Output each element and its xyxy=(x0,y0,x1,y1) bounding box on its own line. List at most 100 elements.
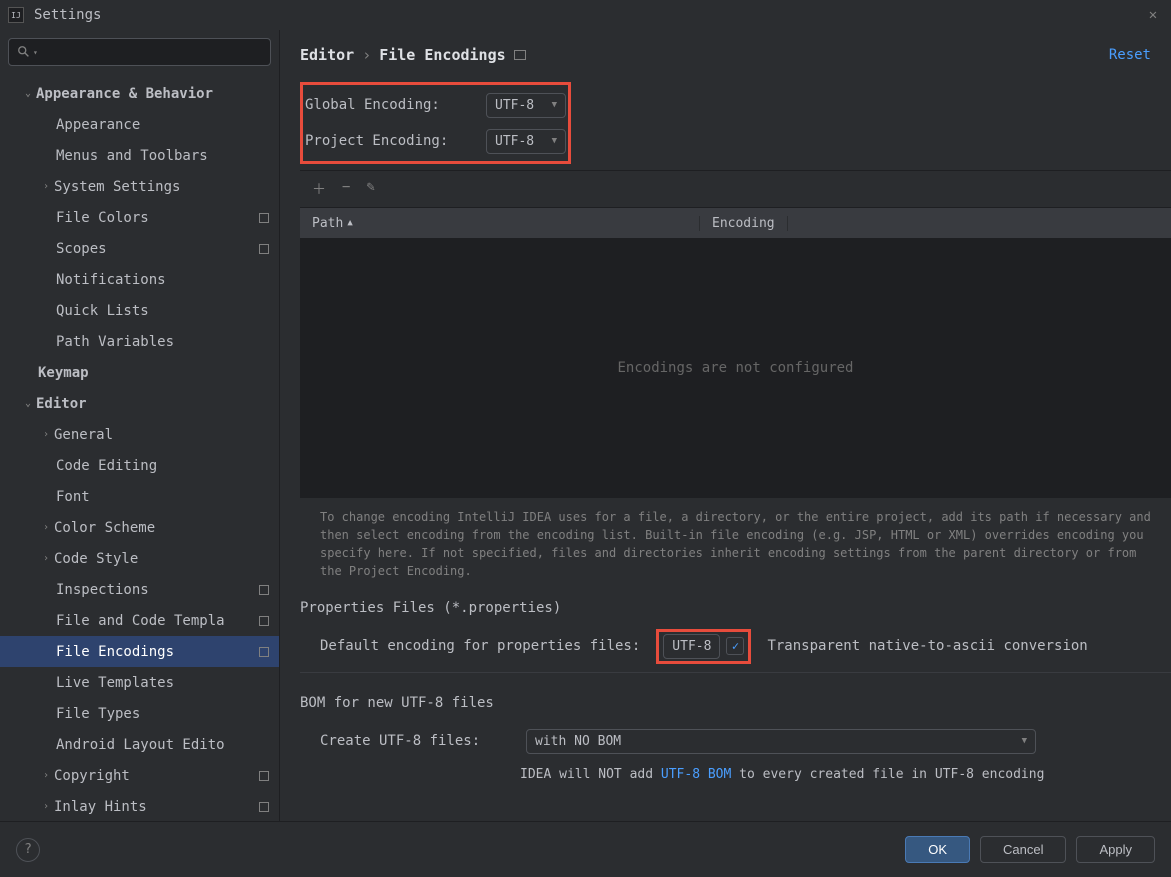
sidebar-item[interactable]: Appearance xyxy=(0,109,279,140)
chevron-right-icon: › xyxy=(38,770,54,781)
bom-label: Create UTF-8 files: xyxy=(320,733,510,749)
sidebar-item[interactable]: ›General xyxy=(0,419,279,450)
sidebar-item[interactable]: ›Color Scheme xyxy=(0,512,279,543)
table-body: Encodings are not configured xyxy=(300,238,1171,498)
sidebar-item[interactable]: File Types xyxy=(0,698,279,729)
ok-button[interactable]: OK xyxy=(905,836,970,863)
sidebar-item[interactable]: ›Inlay Hints xyxy=(0,791,279,821)
breadcrumb: Editor › File Encodings Reset xyxy=(300,46,1171,64)
edit-icon[interactable]: ✎ xyxy=(366,179,374,199)
project-scope-icon xyxy=(259,244,269,254)
sidebar-item[interactable]: Scopes xyxy=(0,233,279,264)
add-icon[interactable]: ＋ xyxy=(312,179,326,199)
sidebar-item[interactable]: ⌄Editor xyxy=(0,388,279,419)
sidebar: ▾ ⌄Appearance & BehaviorAppearanceMenus … xyxy=(0,30,280,821)
sidebar-item-label: Code Editing xyxy=(56,458,157,474)
settings-tree[interactable]: ⌄Appearance & BehaviorAppearanceMenus an… xyxy=(0,74,279,821)
search-dropdown-icon[interactable]: ▾ xyxy=(33,48,38,57)
apply-button[interactable]: Apply xyxy=(1076,836,1155,863)
project-scope-icon xyxy=(259,802,269,812)
sidebar-item-label: Font xyxy=(56,489,90,505)
app-icon: IJ xyxy=(8,7,24,23)
breadcrumb-parent[interactable]: Editor xyxy=(300,46,354,64)
hint-text: To change encoding IntelliJ IDEA uses fo… xyxy=(300,498,1171,590)
collapse-icon[interactable] xyxy=(514,50,526,60)
chevron-down-icon: ▼ xyxy=(552,100,557,110)
chevron-right-icon: › xyxy=(38,429,54,440)
sidebar-item-label: File Colors xyxy=(56,210,149,226)
chevron-right-icon: › xyxy=(38,181,54,192)
chevron-down-icon: ▼ xyxy=(1022,736,1027,746)
bom-note: IDEA will NOT add UTF-8 BOM to every cre… xyxy=(520,767,1171,782)
sidebar-item[interactable]: Path Variables xyxy=(0,326,279,357)
sidebar-item-label: Notifications xyxy=(56,272,166,288)
sidebar-item[interactable]: ›Copyright xyxy=(0,760,279,791)
sidebar-item-label: Keymap xyxy=(38,365,89,381)
transparent-ascii-label: Transparent native-to-ascii conversion xyxy=(767,638,1087,654)
breadcrumb-current: File Encodings xyxy=(379,46,505,64)
project-scope-icon xyxy=(259,647,269,657)
sidebar-item-label: Appearance & Behavior xyxy=(36,86,213,102)
project-encoding-dropdown[interactable]: UTF-8 ▼ xyxy=(486,129,566,154)
sidebar-item[interactable]: Code Editing xyxy=(0,450,279,481)
project-scope-icon xyxy=(259,585,269,595)
project-scope-icon xyxy=(259,771,269,781)
table-header: Path ▲ Encoding xyxy=(300,208,1171,238)
chevron-right-icon: › xyxy=(38,522,54,533)
bom-link[interactable]: UTF-8 BOM xyxy=(661,767,731,782)
sidebar-item-label: File Types xyxy=(56,706,140,722)
properties-section-title: Properties Files (*.properties) xyxy=(300,600,1171,616)
sidebar-item[interactable]: ›Code Style xyxy=(0,543,279,574)
remove-icon[interactable]: − xyxy=(342,179,350,199)
sidebar-item[interactable]: ⌄Appearance & Behavior xyxy=(0,78,279,109)
titlebar: IJ Settings ✕ xyxy=(0,0,1171,30)
column-path[interactable]: Path ▲ xyxy=(300,216,700,231)
sidebar-item[interactable]: Quick Lists xyxy=(0,295,279,326)
transparent-ascii-checkbox[interactable]: ✓ xyxy=(726,637,744,655)
window-title: Settings xyxy=(34,7,101,23)
sidebar-item[interactable]: Inspections xyxy=(0,574,279,605)
sidebar-item[interactable]: Live Templates xyxy=(0,667,279,698)
properties-highlight-box: UTF-8 ✓ xyxy=(656,629,751,664)
reset-link[interactable]: Reset xyxy=(1109,47,1151,63)
sidebar-item-label: Copyright xyxy=(54,768,130,784)
bom-dropdown[interactable]: with NO BOM ▼ xyxy=(526,729,1036,754)
sidebar-item-label: System Settings xyxy=(54,179,180,195)
global-encoding-dropdown[interactable]: UTF-8 ▼ xyxy=(486,93,566,118)
sidebar-item[interactable]: Font xyxy=(0,481,279,512)
encoding-highlight-box: Global Encoding: UTF-8 ▼ Project Encodin… xyxy=(300,82,571,164)
sidebar-item-label: Color Scheme xyxy=(54,520,155,536)
chevron-down-icon: ▼ xyxy=(552,136,557,146)
content-pane: Editor › File Encodings Reset Global Enc… xyxy=(280,30,1171,821)
search-input[interactable]: ▾ xyxy=(8,38,271,66)
cancel-button[interactable]: Cancel xyxy=(980,836,1066,863)
breadcrumb-separator: › xyxy=(362,46,371,64)
properties-encoding-dropdown[interactable]: UTF-8 xyxy=(663,634,720,659)
project-encoding-label: Project Encoding: xyxy=(305,133,470,149)
chevron-down-icon: ⌄ xyxy=(20,398,36,409)
sidebar-item-label: Android Layout Edito xyxy=(56,737,225,753)
sidebar-item-label: Path Variables xyxy=(56,334,174,350)
project-scope-icon xyxy=(259,213,269,223)
table-toolbar: ＋ − ✎ xyxy=(300,170,1171,208)
chevron-right-icon: › xyxy=(38,801,54,812)
sidebar-item[interactable]: Android Layout Edito xyxy=(0,729,279,760)
sidebar-item[interactable]: Menus and Toolbars xyxy=(0,140,279,171)
sidebar-item-label: Appearance xyxy=(56,117,140,133)
sidebar-item[interactable]: File Colors xyxy=(0,202,279,233)
column-encoding[interactable]: Encoding xyxy=(700,216,788,231)
sidebar-item-label: Code Style xyxy=(54,551,138,567)
sidebar-item[interactable]: ›System Settings xyxy=(0,171,279,202)
sidebar-item[interactable]: Keymap xyxy=(0,357,279,388)
sidebar-item[interactable]: File Encodings xyxy=(0,636,279,667)
properties-encoding-label: Default encoding for properties files: xyxy=(320,638,640,654)
project-scope-icon xyxy=(259,616,269,626)
bom-section-title: BOM for new UTF-8 files xyxy=(300,695,1171,711)
sidebar-item[interactable]: Notifications xyxy=(0,264,279,295)
sidebar-item-label: Inlay Hints xyxy=(54,799,147,815)
close-icon[interactable]: ✕ xyxy=(1143,7,1163,23)
search-icon xyxy=(17,45,31,59)
help-icon[interactable]: ? xyxy=(16,838,40,862)
sidebar-item-label: Scopes xyxy=(56,241,107,257)
sidebar-item[interactable]: File and Code Templa xyxy=(0,605,279,636)
